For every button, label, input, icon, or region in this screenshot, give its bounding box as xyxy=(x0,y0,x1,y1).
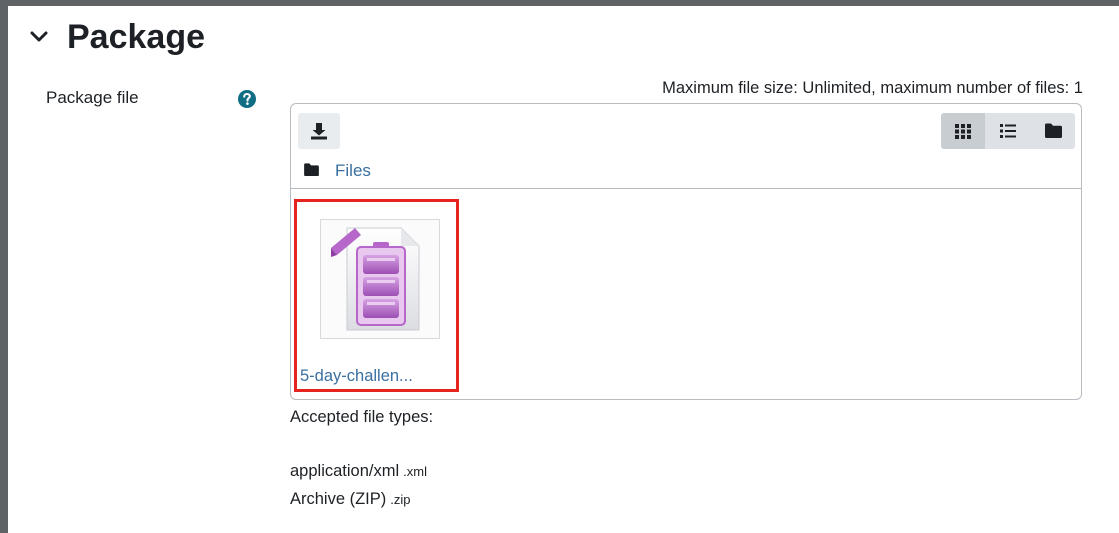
section-title: Package xyxy=(67,18,205,56)
view-tree-button[interactable] xyxy=(1031,113,1075,149)
accepted-type-item: application/xml .xml xyxy=(290,462,427,481)
package-file-label: Package file xyxy=(46,88,139,107)
file-manager-toolbar: Files xyxy=(291,104,1081,189)
accepted-type-name: application/xml xyxy=(290,462,400,480)
window-top-border xyxy=(0,0,1119,6)
folder-icon xyxy=(1045,123,1062,138)
accepted-type-item: Archive (ZIP) .zip xyxy=(290,490,411,509)
accepted-type-name: Archive (ZIP) xyxy=(290,490,387,508)
file-thumbnail xyxy=(320,219,440,339)
window-left-border xyxy=(0,0,8,533)
accepted-type-ext: .zip xyxy=(390,492,411,507)
view-icons-button[interactable] xyxy=(941,113,985,149)
view-toggle-group xyxy=(941,113,1075,149)
view-list-button[interactable] xyxy=(986,113,1030,149)
file-item[interactable]: 5-day-challen... xyxy=(294,199,459,392)
grid-icon xyxy=(955,124,971,139)
accepted-type-ext: .xml xyxy=(403,464,427,479)
file-name-link[interactable]: 5-day-challen... xyxy=(300,367,413,386)
question-circle-icon[interactable] xyxy=(237,89,257,109)
list-icon xyxy=(1000,124,1016,138)
chevron-down-icon[interactable] xyxy=(28,26,50,48)
file-limits-text: Maximum file size: Unlimited, maximum nu… xyxy=(662,79,1083,97)
breadcrumb-files-link[interactable]: Files xyxy=(335,161,371,181)
folder-icon xyxy=(304,163,319,176)
accepted-file-types-label: Accepted file types: xyxy=(290,408,434,426)
download-icon xyxy=(311,123,327,140)
add-file-button[interactable] xyxy=(298,113,340,149)
zip-archive-icon xyxy=(331,227,420,331)
